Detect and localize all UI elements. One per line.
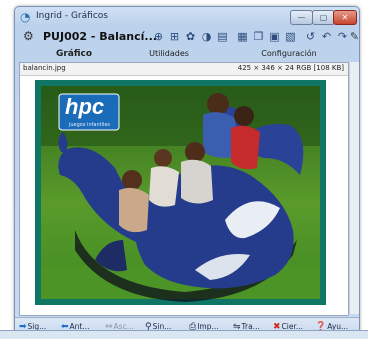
zoom-in-icon[interactable]: ⊕ [151, 29, 166, 44]
page-icon[interactable]: ▤ [215, 29, 230, 44]
tab-utilidades[interactable]: Utilidades [129, 47, 209, 61]
vertical-scrollbar[interactable] [349, 62, 359, 314]
window-title: Ingrid - Gráficos [36, 11, 108, 21]
hpc-logo-subtitle: juegos infantiles [69, 122, 111, 128]
tab-grafico[interactable]: Gráfico [39, 47, 109, 61]
undo-icon[interactable]: ↶ [319, 29, 334, 44]
save-icon[interactable]: ▣ [267, 29, 282, 44]
toolbar: ⚙ PUJ002 - Balancí... ⊕ ⊞ ✿ ◑ ▤ ▦ ❐ ▣ ▧ … [19, 28, 359, 46]
gear-icon[interactable]: ⚙ [23, 29, 34, 43]
pencil-icon[interactable]: ✎ [347, 29, 362, 44]
contrast-icon[interactable]: ◑ [199, 29, 214, 44]
file-dimensions: 425 × 346 × 24 RGB [108 KB] [237, 64, 344, 72]
ingrid-window: ◔ Ingrid - Gráficos — ▢ ✕ ⚙ PUJ002 - Bal… [14, 6, 360, 338]
file-name: balancin.jpg [23, 64, 66, 72]
document-title: PUJ002 - Balancí... [43, 30, 157, 43]
app-icon: ◔ [20, 10, 31, 24]
copy-icon[interactable]: ❐ [251, 29, 266, 44]
crosshair-icon[interactable]: ⊞ [167, 29, 182, 44]
palette-icon[interactable]: ✿ [183, 29, 198, 44]
tab-configuracion[interactable]: Configuración [239, 47, 339, 61]
image-viewer: balancin.jpg 425 × 346 × 24 RGB [108 KB] [19, 62, 349, 316]
photo-frame: hpc juegos infantiles [35, 80, 326, 305]
document-icon[interactable]: ▧ [283, 29, 298, 44]
file-info-bar: balancin.jpg 425 × 346 × 24 RGB [108 KB] [20, 63, 348, 76]
hpc-logo: hpc [65, 94, 105, 119]
rotate-left-icon[interactable]: ↺ [303, 29, 318, 44]
minimize-button[interactable]: — [290, 10, 313, 25]
print-icon[interactable]: ▦ [235, 29, 250, 44]
close-button[interactable]: ✕ [333, 10, 357, 25]
title-bar[interactable]: ◔ Ingrid - Gráficos — ▢ ✕ [15, 7, 359, 27]
maximize-button[interactable]: ▢ [312, 10, 335, 25]
tab-bar: Gráfico Utilidades Configuración [19, 47, 351, 61]
